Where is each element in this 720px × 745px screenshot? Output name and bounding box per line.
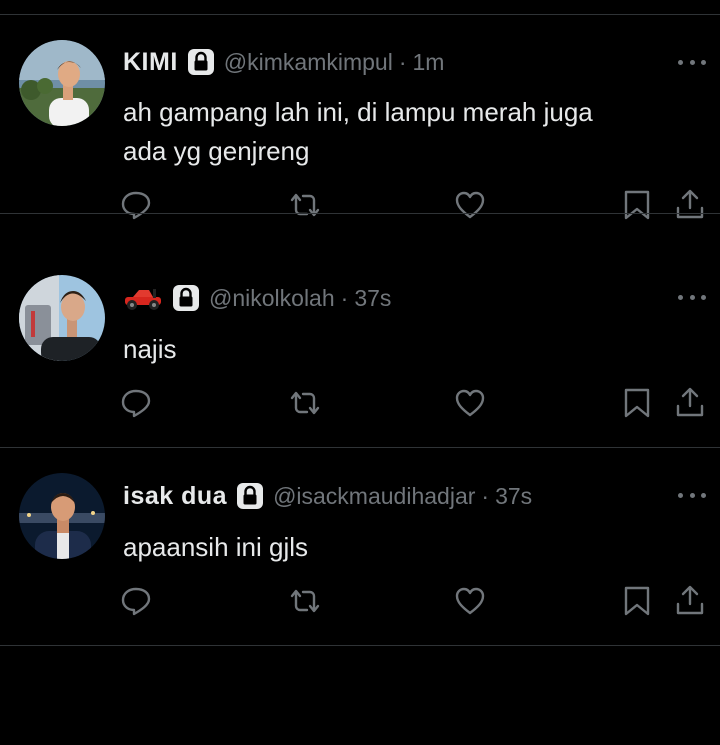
more-options-icon[interactable] bbox=[678, 489, 706, 501]
bookmark-icon[interactable] bbox=[620, 584, 654, 618]
retweet-icon[interactable] bbox=[288, 386, 322, 420]
avatar[interactable] bbox=[19, 40, 105, 126]
like-icon[interactable] bbox=[453, 584, 487, 618]
avatar[interactable] bbox=[19, 275, 105, 361]
tweet-text: najis bbox=[123, 330, 693, 369]
tweet-text: ah gampang lah ini, di lampu merah juga … bbox=[123, 93, 693, 171]
handle[interactable]: @isackmaudihadjar bbox=[273, 483, 475, 510]
timestamp[interactable]: 37s bbox=[495, 483, 532, 510]
bookmark-icon[interactable] bbox=[620, 188, 654, 222]
tweet-header: KIMI @kimkamkimpul · 1m bbox=[123, 46, 444, 78]
action-bar bbox=[0, 188, 720, 222]
action-bar bbox=[0, 584, 720, 618]
avatar-photo-kimi bbox=[19, 40, 105, 126]
tweet-text: apaansih ini gjls bbox=[123, 528, 693, 567]
like-icon[interactable] bbox=[453, 386, 487, 420]
share-icon[interactable] bbox=[673, 386, 707, 420]
tweet-header: isak dua @isackmaudihadjar · 37s bbox=[123, 480, 532, 512]
action-bar bbox=[0, 386, 720, 420]
tweet-text-line: najis bbox=[123, 334, 177, 364]
more-options-icon[interactable] bbox=[678, 56, 706, 68]
retweet-icon[interactable] bbox=[288, 584, 322, 618]
reply-icon[interactable] bbox=[119, 386, 153, 420]
handle[interactable]: @kimkamkimpul bbox=[224, 49, 393, 76]
like-icon[interactable] bbox=[453, 188, 487, 222]
retweet-icon[interactable] bbox=[288, 188, 322, 222]
tweet-text-line: ah gampang lah ini, di lampu merah juga bbox=[123, 97, 593, 127]
handle[interactable]: @nikolkolah bbox=[209, 285, 335, 312]
more-options-icon[interactable] bbox=[678, 291, 706, 303]
tweet[interactable]: isak dua @isackmaudihadjar · 37s apaansi… bbox=[0, 448, 720, 646]
top-divider bbox=[0, 14, 720, 15]
separator-dot: · bbox=[398, 48, 407, 75]
avatar-photo-nikol bbox=[19, 275, 105, 361]
tweet[interactable]: KIMI @kimkamkimpul · 1m ah gampang lah i… bbox=[0, 16, 720, 220]
race-car-emoji bbox=[125, 289, 161, 310]
tweet[interactable]: @nikolkolah · 37s najis bbox=[0, 250, 720, 448]
tweet-divider bbox=[0, 213, 720, 214]
lock-icon bbox=[187, 49, 214, 75]
tweet-text-line: ada yg genjreng bbox=[123, 136, 310, 166]
display-name[interactable]: KIMI bbox=[123, 48, 178, 77]
share-icon[interactable] bbox=[673, 584, 707, 618]
separator-dot: · bbox=[340, 284, 349, 311]
reply-icon[interactable] bbox=[119, 584, 153, 618]
display-name[interactable]: isak dua bbox=[123, 482, 227, 511]
timestamp[interactable]: 1m bbox=[412, 49, 444, 76]
lock-icon bbox=[237, 483, 264, 509]
lock-icon bbox=[173, 285, 199, 311]
tweet-divider bbox=[0, 645, 720, 646]
avatar-photo-isak bbox=[19, 473, 105, 559]
timestamp[interactable]: 37s bbox=[354, 285, 391, 312]
share-icon[interactable] bbox=[673, 188, 707, 222]
separator-dot: · bbox=[481, 482, 490, 509]
reply-icon[interactable] bbox=[119, 188, 153, 222]
avatar[interactable] bbox=[19, 473, 105, 559]
tweet-text-line: apaansih ini gjls bbox=[123, 532, 309, 562]
tweet-header: @nikolkolah · 37s bbox=[123, 282, 391, 314]
bookmark-icon[interactable] bbox=[620, 386, 654, 420]
